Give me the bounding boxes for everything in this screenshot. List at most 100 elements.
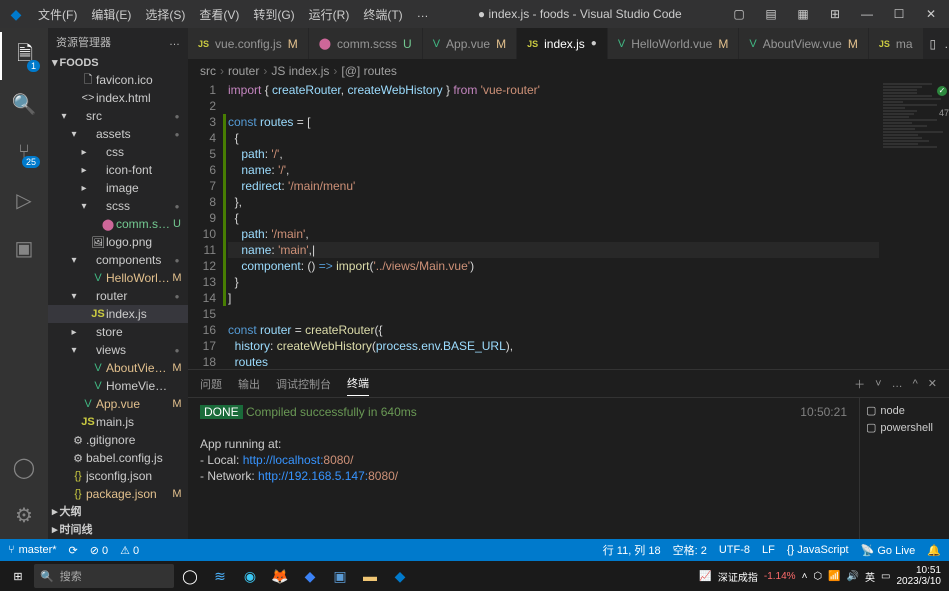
branch-indicator[interactable]: ⑂ master* <box>8 544 57 556</box>
language-indicator[interactable]: {} JavaScript <box>787 542 849 558</box>
breadcrumb-item[interactable]: JS index.js <box>271 64 329 78</box>
layout-icon[interactable]: ▢ <box>725 0 753 28</box>
debug-tab[interactable]: ▷ <box>0 176 48 224</box>
cursor-position[interactable]: 行 11, 列 18 <box>603 542 661 558</box>
maximize-panel-icon[interactable]: ^ <box>913 374 918 394</box>
editor-tab[interactable]: VApp.vueM <box>423 28 517 59</box>
tree-item[interactable]: VApp.vueM <box>48 395 188 413</box>
cortana-icon[interactable]: ◯ <box>176 564 204 588</box>
menu-item[interactable]: 查看(V) <box>193 2 245 27</box>
minimize-button[interactable]: ― <box>853 0 881 28</box>
tree-item[interactable]: ⚙.gitignore <box>48 431 188 449</box>
tree-item[interactable]: VHelloWorld.vueM <box>48 269 188 287</box>
more-icon[interactable]: … <box>944 37 949 51</box>
extensions-tab[interactable]: ▣ <box>0 224 48 272</box>
tree-item[interactable]: JSindex.js <box>48 305 188 323</box>
panel-tab[interactable]: 输出 <box>238 372 260 396</box>
editor-tab[interactable]: JSvue.config.jsM <box>188 28 309 59</box>
panel-tab[interactable]: 问题 <box>200 372 222 396</box>
close-button[interactable]: ✕ <box>917 0 945 28</box>
scm-tab[interactable]: ⑂25 <box>0 128 48 176</box>
account-icon[interactable]: ◯ <box>0 443 48 491</box>
golive-button[interactable]: 📡 Go Live <box>861 542 916 558</box>
editor-body[interactable]: 12345678910111213141516171819202122 impo… <box>188 82 949 369</box>
app-icon[interactable]: ◆ <box>296 564 324 588</box>
menu-item[interactable]: 文件(F) <box>32 2 83 27</box>
tree-item[interactable]: ▾scss <box>48 197 188 215</box>
search-tab[interactable]: 🔍 <box>0 80 48 128</box>
errors-indicator[interactable]: ⊘ 0 <box>90 544 108 557</box>
settings-icon[interactable]: ⚙ <box>0 491 48 539</box>
tree-item[interactable]: ▾views <box>48 341 188 359</box>
tree-item[interactable]: JSmain.js <box>48 413 188 431</box>
tray-chevron-icon[interactable]: ˄ <box>802 571 808 582</box>
clock[interactable]: 10:51 2023/3/10 <box>897 565 946 587</box>
sync-button[interactable]: ⟳ <box>69 544 78 557</box>
tree-item[interactable]: ▸icon-font <box>48 161 188 179</box>
menu-item[interactable]: 编辑(E) <box>85 2 137 27</box>
editor-tab[interactable]: JSma <box>869 28 924 59</box>
app-icon[interactable]: ≋ <box>206 564 234 588</box>
ime-indicator[interactable]: 英 <box>865 569 875 584</box>
explorer-root[interactable]: ▾ FOODS <box>48 56 188 71</box>
explorer-icon[interactable]: ▬ <box>356 564 384 588</box>
tree-item[interactable]: ⚙babel.config.js <box>48 449 188 467</box>
tree-item[interactable]: 🖼logo.png <box>48 233 188 251</box>
terminal-output[interactable]: DONE Compiled successfully in 640ms10:50… <box>188 398 859 539</box>
editor-tab[interactable]: ⬤comm.scssU <box>309 28 423 59</box>
menu-item[interactable]: 终端(T) <box>357 2 408 27</box>
start-button[interactable]: ⊞ <box>4 564 32 588</box>
more-icon[interactable]: … <box>892 374 903 394</box>
stock-icon[interactable]: 📈 <box>699 571 711 582</box>
tree-item[interactable]: ▾src <box>48 107 188 125</box>
outline-section[interactable]: ▸ 大纲 <box>48 503 188 521</box>
tree-item[interactable]: ▾assets <box>48 125 188 143</box>
breadcrumb-item[interactable]: src <box>200 64 216 78</box>
layout-icon[interactable]: ⊞ <box>821 0 849 28</box>
stock-label[interactable]: 深证成指 <box>718 569 758 584</box>
terminal-item[interactable]: ▢node <box>864 402 945 419</box>
network-url[interactable]: http://192.168.5.147: <box>258 469 368 483</box>
menu-item[interactable]: 选择(S) <box>139 2 191 27</box>
panel-tab[interactable]: 终端 <box>347 371 369 396</box>
tree-item[interactable]: {}package.jsonM <box>48 485 188 503</box>
editor-tab[interactable]: JSindex.js● <box>517 28 608 59</box>
taskbar-search[interactable]: 🔍搜索 <box>34 564 174 588</box>
split-icon[interactable]: ▯ <box>930 37 937 51</box>
tree-item[interactable]: VAboutView.vueM <box>48 359 188 377</box>
panel-tab[interactable]: 调试控制台 <box>276 372 331 396</box>
tree-item[interactable]: ⬤comm.scssU <box>48 215 188 233</box>
warnings-indicator[interactable]: ⚠ 0 <box>120 544 139 557</box>
editor-tab[interactable]: VHelloWorld.vueM <box>608 28 740 59</box>
tray-icon[interactable]: ⬡ <box>813 571 822 582</box>
tray-volume-icon[interactable]: 🔊 <box>847 571 859 582</box>
close-panel-icon[interactable]: ✕ <box>928 373 937 394</box>
app-icon[interactable]: ▣ <box>326 564 354 588</box>
breadcrumb-item[interactable]: router <box>228 64 259 78</box>
layout-icon[interactable]: ▤ <box>757 0 785 28</box>
tray-icon[interactable]: ▭ <box>881 571 890 582</box>
more-icon[interactable]: … <box>169 36 180 48</box>
menu-item[interactable]: 转到(G) <box>247 2 300 27</box>
indent-indicator[interactable]: 空格: 2 <box>673 542 707 558</box>
layout-icon[interactable]: ▦ <box>789 0 817 28</box>
eol-indicator[interactable]: LF <box>762 542 775 558</box>
editor-tab[interactable]: VAboutView.vueM <box>739 28 869 59</box>
menu-item[interactable]: … <box>411 2 435 27</box>
encoding-indicator[interactable]: UTF-8 <box>719 542 750 558</box>
edge-icon[interactable]: ◉ <box>236 564 264 588</box>
timeline-section[interactable]: ▸ 时间线 <box>48 521 188 539</box>
firefox-icon[interactable]: 🦊 <box>266 564 294 588</box>
tree-item[interactable]: ▸css <box>48 143 188 161</box>
tree-item[interactable]: ▾components <box>48 251 188 269</box>
tray-icon[interactable]: 📶 <box>828 571 840 582</box>
local-url[interactable]: http://localhost: <box>243 453 324 467</box>
breadcrumb[interactable]: src›router›JS index.js›[@] routes <box>188 60 949 82</box>
vscode-icon[interactable]: ◆ <box>386 564 414 588</box>
terminal-item[interactable]: ▢powershell <box>864 419 945 436</box>
tree-item[interactable]: 🗋favicon.ico <box>48 71 188 89</box>
new-terminal-icon[interactable]: ＋ <box>854 372 865 396</box>
tree-item[interactable]: VHomeView.vue <box>48 377 188 395</box>
breadcrumb-item[interactable]: [@] routes <box>341 64 397 78</box>
menu-item[interactable]: 运行(R) <box>303 2 356 27</box>
